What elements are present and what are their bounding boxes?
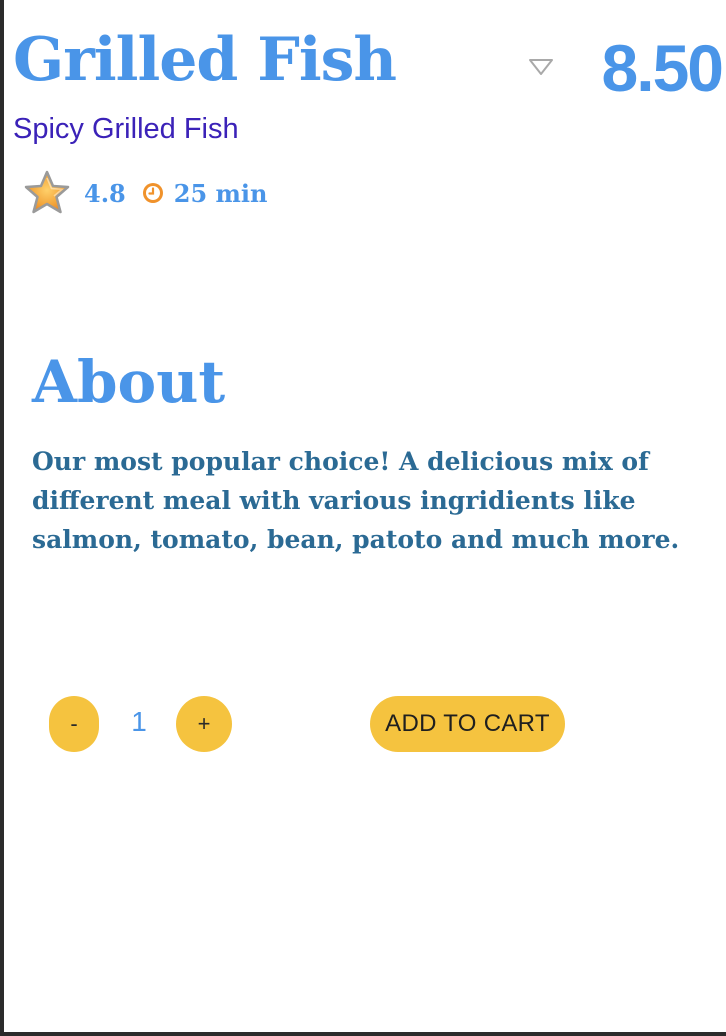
rating-value: 4.8 <box>84 178 126 208</box>
caret-down-icon[interactable] <box>528 58 554 76</box>
clock-icon <box>142 183 163 203</box>
prep-time: 25 min <box>173 178 268 208</box>
decrease-quantity-button[interactable]: - <box>49 696 99 752</box>
add-to-cart-button[interactable]: ADD TO CART <box>370 696 565 752</box>
product-detail-screen: Grilled Fish 8.50 Spicy Grilled Fish 4.8… <box>0 0 726 1036</box>
about-heading: About <box>32 348 226 416</box>
increase-quantity-button[interactable]: + <box>176 696 232 752</box>
product-title: Grilled Fish <box>13 25 397 95</box>
star-icon <box>24 170 70 214</box>
product-meta: 4.8 25 min <box>22 168 267 218</box>
about-description: Our most popular choice! A delicious mix… <box>32 447 680 554</box>
quantity-value: 1 <box>131 706 147 737</box>
product-price: 8.50 <box>601 31 724 105</box>
product-subtitle: Spicy Grilled Fish <box>13 113 239 145</box>
